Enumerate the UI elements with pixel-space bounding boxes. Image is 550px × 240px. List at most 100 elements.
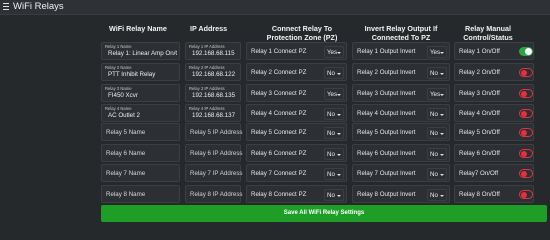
relay-on-off-label: Relay 5 On/Off [459, 129, 500, 136]
output-invert-select[interactable]: No [427, 148, 447, 160]
chevron-down-icon [440, 154, 444, 156]
relay-on-off-toggle[interactable] [519, 47, 533, 56]
chevron-down-icon [440, 195, 444, 197]
output-invert-select[interactable]: No [427, 67, 447, 79]
relay-connect-pz: Relay 8 Connect PZ No [246, 185, 347, 203]
relay-output-invert: Relay 1 Output Invert Yes [352, 42, 450, 60]
relay-ip-field[interactable]: Relay 7 IP Address [185, 164, 243, 182]
relay-ip-label: Relay 4 IP Address [189, 106, 225, 111]
connect-pz-select[interactable]: No [324, 127, 344, 139]
header-connect-pz: Connect Relay To Protection Zone (PZ) [254, 24, 350, 42]
relay-name-field[interactable]: Relay 4 Name AC Outlet 2 [101, 104, 180, 122]
connect-pz-select[interactable]: No [324, 108, 344, 120]
connect-pz-select[interactable]: No [324, 168, 344, 180]
relay-ip-field[interactable]: Relay 8 IP Address [185, 185, 243, 203]
relay-output-invert: Relay 7 Output Invert No [352, 164, 450, 182]
relay-manual-control: Relay 3 On/Off [454, 84, 534, 102]
output-invert-label: Relay 6 Output Invert [357, 150, 416, 157]
chevron-down-icon [337, 133, 341, 135]
connect-pz-value: Yes [327, 49, 338, 56]
chevron-down-icon [440, 114, 444, 116]
connect-pz-label: Relay 6 Connect PZ [251, 150, 307, 157]
output-invert-label: Relay 5 Output Invert [357, 129, 416, 136]
relay-ip-label: Relay 2 IP Address [189, 65, 225, 70]
relay-name-field[interactable]: Relay 1 Name Relay 1: Linear Amp On/Off [101, 42, 180, 60]
output-invert-select[interactable]: No [427, 108, 447, 120]
relay-ip-placeholder: Relay 8 IP Address [190, 191, 243, 198]
chevron-down-icon [440, 73, 444, 75]
relay-name-input[interactable]: AC Outlet 2 [104, 111, 177, 121]
output-invert-value: No [430, 151, 438, 158]
relay-output-invert: Relay 6 Output Invert No [352, 144, 450, 162]
relay-ip-input[interactable]: 192.168.68.135 [192, 92, 235, 99]
relay-connect-pz: Relay 1 Connect PZ Yes [246, 42, 347, 60]
relay-ip-field[interactable]: Relay 3 IP Address 192.168.68.135 [185, 84, 241, 102]
chevron-down-icon [337, 174, 341, 176]
relay-name-field[interactable]: Relay 2 Name PTT Inhibit Relay [101, 63, 180, 81]
output-invert-select[interactable]: Yes [427, 46, 447, 58]
relay-on-off-toggle[interactable] [519, 68, 533, 77]
chevron-down-icon [337, 52, 341, 54]
output-invert-value: Yes [430, 91, 441, 98]
relay-ip-field[interactable]: Relay 1 IP Address 192.168.68.115 [185, 42, 241, 60]
connect-pz-label: Relay 3 Connect PZ [251, 90, 307, 97]
output-invert-label: Relay 2 Output Invert [357, 69, 416, 76]
relay-on-off-label: Relay 1 On/Off [459, 48, 500, 55]
toggle-knob [521, 129, 527, 136]
relay-name-field[interactable]: Relay 6 Name [101, 144, 180, 162]
header-relay-name: WiFi Relay Name [109, 24, 167, 33]
relay-on-off-toggle[interactable] [519, 109, 533, 118]
relay-ip-field[interactable]: Relay 6 IP Address [185, 144, 243, 162]
relay-ip-input[interactable]: 192.168.68.122 [192, 71, 235, 78]
relay-name-field[interactable]: Relay 3 Name FI450 Xcvr [101, 84, 180, 102]
relay-on-off-toggle[interactable] [519, 169, 533, 178]
relay-name-field[interactable]: Relay 8 Name [101, 185, 180, 203]
connect-pz-select[interactable]: No [324, 189, 344, 201]
relay-manual-control: Relay 4 On/Off [454, 104, 534, 122]
header-manual-control-line2: Control/Status [463, 33, 513, 42]
output-invert-select[interactable]: No [427, 127, 447, 139]
relay-connect-pz: Relay 3 Connect PZ Yes [246, 84, 347, 102]
relay-on-off-toggle[interactable] [519, 149, 533, 158]
output-invert-select[interactable]: Yes [427, 88, 447, 100]
connect-pz-select[interactable]: No [324, 148, 344, 160]
relay-ip-field[interactable]: Relay 4 IP Address 192.168.68.137 [185, 104, 241, 122]
chevron-down-icon [440, 94, 444, 96]
relay-name-input[interactable]: PTT Inhibit Relay [104, 70, 177, 80]
save-all-button[interactable]: Save All WiFi Relay Settings [101, 205, 547, 222]
header-manual-control-line1: Relay Manual [465, 24, 511, 33]
relay-name-placeholder: Relay 5 Name [106, 129, 146, 136]
output-invert-select[interactable]: No [427, 189, 447, 201]
relay-on-off-toggle[interactable] [519, 128, 533, 137]
output-invert-select[interactable]: No [427, 168, 447, 180]
relay-on-off-label: Relay 8 On/Off [459, 191, 500, 198]
relay-name-field[interactable]: Relay 7 Name [101, 164, 180, 182]
relay-on-off-label: Relay 2 On/Off [459, 69, 500, 76]
output-invert-value: No [430, 130, 438, 137]
relay-on-off-toggle[interactable] [519, 190, 533, 199]
relay-ip-input[interactable]: 192.168.68.137 [192, 112, 235, 119]
relay-ip-field[interactable]: Relay 5 IP Address [185, 123, 243, 141]
relay-manual-control: Relay 1 On/Off [454, 42, 534, 60]
connect-pz-label: Relay 4 Connect PZ [251, 110, 307, 117]
hamburger-menu-icon[interactable] [3, 3, 9, 10]
relay-name-input[interactable]: Relay 1: Linear Amp On/Off [104, 49, 177, 59]
header-connect-pz-line2: Protection Zone (PZ) [266, 33, 338, 42]
relay-name-field[interactable]: Relay 5 Name [101, 123, 180, 141]
relay-on-off-toggle[interactable] [519, 89, 533, 98]
connect-pz-select[interactable]: No [324, 67, 344, 79]
relay-output-invert: Relay 5 Output Invert No [352, 123, 450, 141]
relay-row: Relay 7 Name Relay 7 IP Address Relay 7 Co… [0, 164, 550, 182]
output-invert-value: Yes [430, 49, 441, 56]
toggle-knob [521, 170, 527, 177]
relay-ip-input[interactable]: 192.168.68.115 [192, 50, 235, 57]
connect-pz-select[interactable]: Yes [324, 88, 344, 100]
relay-manual-control: Relay 8 On/Off [454, 185, 534, 203]
relay-connect-pz: Relay 6 Connect PZ No [246, 144, 347, 162]
chevron-down-icon [337, 73, 341, 75]
relay-manual-control: Relay7 On/Off [454, 164, 534, 182]
relay-name-input[interactable]: FI450 Xcvr [104, 91, 177, 101]
connect-pz-select[interactable]: Yes [324, 46, 344, 58]
relay-ip-field[interactable]: Relay 2 IP Address 192.168.68.122 [185, 63, 241, 81]
chevron-down-icon [337, 195, 341, 197]
